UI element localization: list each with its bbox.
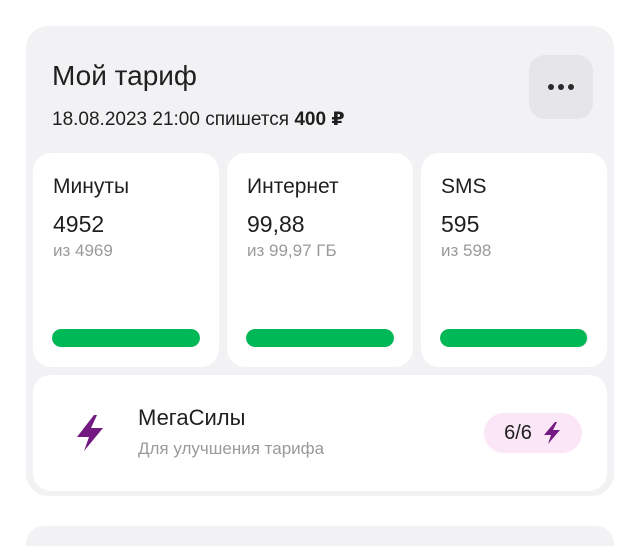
next-card-edge [26, 526, 614, 546]
megasily-badge: 6/6 [484, 413, 582, 453]
minutes-value: 4952 [53, 211, 105, 237]
megasily-row[interactable]: МегаСилы Для улучшения тарифа 6/6 [33, 375, 607, 491]
sms-total: из 598 [441, 241, 492, 260]
sms-value: 595 [441, 211, 480, 237]
more-horizontal-icon [548, 84, 574, 90]
megasily-count: 6/6 [504, 421, 532, 444]
sms-progress-bar [440, 329, 588, 347]
sms-label: SMS [441, 175, 487, 198]
tariff-title: Мой тариф [52, 60, 197, 91]
tariff-card: Мой тариф 18.08.2023 21:00 спишется 400 … [26, 26, 614, 496]
internet-label: Интернет [247, 175, 339, 198]
sms-counter[interactable]: SMS 595 из 598 [421, 153, 607, 367]
megasily-title: МегаСилы [138, 405, 246, 430]
lightning-icon [77, 415, 103, 451]
charge-amount: 400 ₽ [294, 109, 345, 130]
minutes-progress-bar [52, 329, 200, 347]
minutes-label: Минуты [53, 175, 130, 198]
internet-value: 99,88 [247, 211, 305, 237]
internet-counter[interactable]: Интернет 99,88 из 99,97 ГБ [227, 153, 413, 367]
megasily-subtitle: Для улучшения тарифа [138, 439, 325, 458]
charge-info: 18.08.2023 21:00 спишется 400 ₽ [52, 108, 345, 131]
lightning-icon [543, 422, 560, 444]
internet-total: из 99,97 ГБ [247, 241, 337, 260]
charge-date: 18.08.2023 21:00 спишется [52, 109, 290, 130]
minutes-counter[interactable]: Минуты 4952 из 4969 [33, 153, 219, 367]
minutes-total: из 4969 [53, 241, 113, 260]
more-menu-button[interactable] [529, 55, 593, 119]
internet-progress-bar [246, 329, 394, 347]
